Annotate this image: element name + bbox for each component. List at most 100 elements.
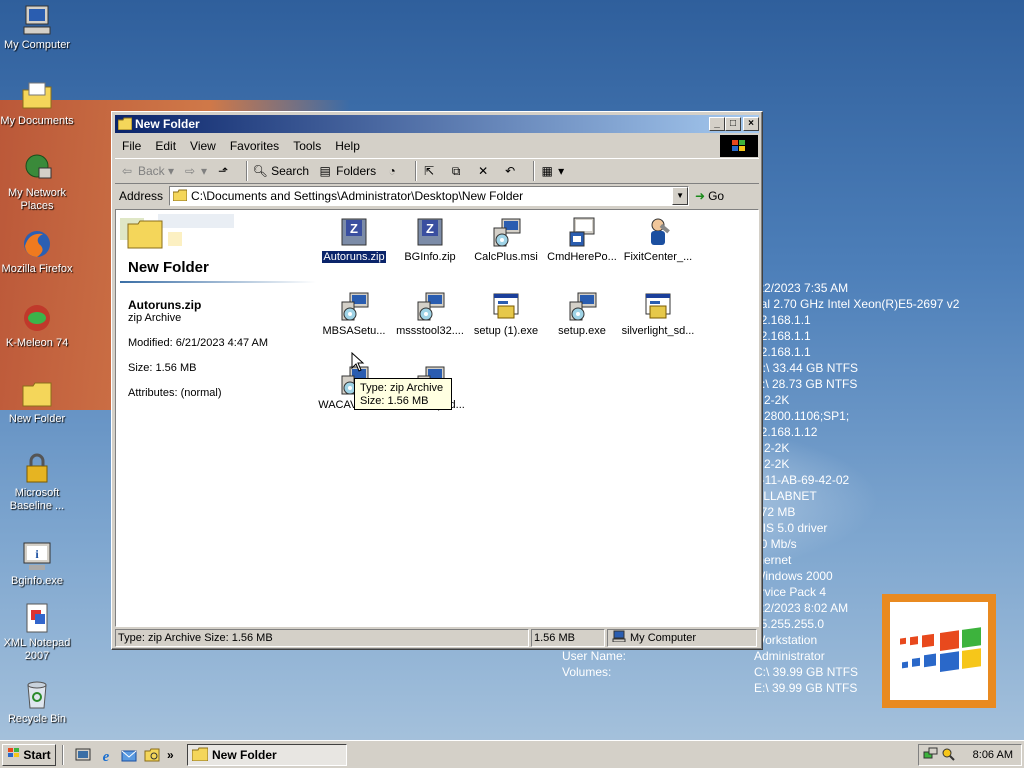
history-button[interactable]: ◔: [384, 163, 403, 179]
msi-installer-icon: [338, 290, 370, 322]
desktop-icon-kmeleon[interactable]: K-Meleon 74: [0, 302, 74, 350]
file-item[interactable]: silverlight_sd...: [620, 290, 696, 337]
tooltip-size: Size: 1.56 MB: [360, 395, 429, 407]
desktop-icon-xml-notepad[interactable]: XML Notepad 2007: [0, 602, 74, 663]
my-documents-icon: [21, 80, 53, 112]
info-value: E:\ 39.99 GB NTFS: [754, 681, 858, 695]
status-zone: My Computer: [607, 629, 757, 647]
folder-icon: [172, 189, 188, 204]
menu-help[interactable]: Help: [328, 139, 367, 153]
file-label: mssstool32....: [396, 325, 464, 337]
status-bar: Type: zip Archive Size: 1.56 MB 1.56 MB …: [115, 629, 759, 647]
taskbar: Start e » New Folder 8:06 AM: [0, 740, 1024, 768]
menu-tools[interactable]: Tools: [286, 139, 328, 153]
file-item[interactable]: setup (1).exe: [468, 290, 544, 337]
file-item[interactable]: CmdHerePo...: [544, 216, 620, 263]
info-value: /22/2023 7:35 AM: [754, 281, 849, 295]
address-value: C:\Documents and Settings\Administrator\…: [191, 189, 524, 203]
file-item[interactable]: Z Autoruns.zip: [316, 216, 392, 264]
file-label: Autoruns.zip: [321, 250, 387, 264]
powertoy-icon: [566, 216, 598, 248]
file-item[interactable]: FixitCenter_...: [620, 216, 696, 263]
baseline-analyzer-icon: [21, 452, 53, 484]
toolbar-separator: [533, 161, 536, 181]
file-label: setup.exe: [558, 325, 606, 337]
up-folder-button[interactable]: ⬏: [215, 163, 234, 179]
desktop-icon-my-documents[interactable]: My Documents: [0, 80, 74, 128]
desktop-icon-my-computer[interactable]: My Computer: [0, 4, 74, 52]
search-icon: 🔍︎: [252, 164, 268, 178]
explorer-window[interactable]: New Folder _ □ × File Edit View Favorite…: [111, 111, 763, 650]
menu-bar: File Edit View Favorites Tools Help: [115, 135, 759, 157]
forward-button[interactable]: ⇨ ▾: [182, 163, 207, 179]
explorer-quick-launch-icon[interactable]: [144, 747, 160, 763]
address-field[interactable]: C:\Documents and Settings\Administrator\…: [169, 186, 690, 206]
file-item[interactable]: Z BGInfo.zip: [392, 216, 468, 263]
folder-banner-icon: [118, 212, 236, 258]
menu-favorites[interactable]: Favorites: [223, 139, 286, 153]
folder-icon: [117, 117, 133, 133]
copy-to-button[interactable]: ⧉: [448, 163, 467, 179]
move-to-icon: ⇱: [424, 164, 435, 178]
forward-arrow-icon: ⇨: [185, 164, 196, 178]
back-button[interactable]: ⇦ Back ▾: [119, 163, 174, 179]
network-tray-icon[interactable]: [923, 746, 939, 765]
info-value: 92.168.1.12: [754, 425, 818, 439]
outlook-express-icon[interactable]: [121, 747, 137, 763]
menu-edit[interactable]: Edit: [148, 139, 183, 153]
system-tray: 8:06 AM: [918, 744, 1022, 766]
setup-exe-icon: [490, 290, 522, 322]
internet-explorer-icon[interactable]: e: [98, 747, 114, 765]
folders-button[interactable]: ▤ Folders: [317, 163, 376, 179]
windows-flag-icon: [7, 747, 21, 762]
file-item[interactable]: CalcPlus.msi: [468, 216, 544, 263]
file-item[interactable]: setup.exe: [544, 290, 620, 337]
desktop-icon-firefox[interactable]: Mozilla Firefox: [0, 228, 74, 276]
copy-to-icon: ⧉: [451, 164, 461, 178]
go-button[interactable]: ➜ Go: [695, 189, 724, 203]
close-button[interactable]: ×: [743, 117, 759, 131]
views-button[interactable]: ▦ ▾: [539, 163, 564, 179]
search-button[interactable]: 🔍︎ Search: [252, 163, 309, 179]
file-item[interactable]: mssstool32....: [392, 290, 468, 337]
desktop-icon-network[interactable]: My Network Places: [0, 152, 74, 213]
title-bar[interactable]: New Folder _ □ ×: [115, 115, 759, 133]
clock[interactable]: 8:06 AM: [973, 749, 1013, 761]
info-value: Workstation: [754, 633, 818, 647]
zip-icon: Z: [338, 216, 370, 248]
views-icon: ▦: [541, 164, 553, 178]
address-dropdown-button[interactable]: ▼: [672, 187, 689, 205]
undo-icon: ↶: [505, 164, 516, 178]
menu-view[interactable]: View: [183, 139, 223, 153]
desktop-icon-recycle-bin[interactable]: Recycle Bin: [0, 678, 74, 726]
delete-button[interactable]: ✕: [475, 163, 494, 179]
show-desktop-icon[interactable]: [75, 747, 91, 763]
mouse-cursor-icon: [351, 351, 365, 375]
file-label: silverlight_sd...: [621, 325, 695, 337]
panel-size: Size: 1.56 MB: [128, 362, 197, 374]
taskbar-item-new-folder[interactable]: New Folder: [187, 744, 347, 766]
info-value: DIS 5.0 driver: [754, 521, 828, 535]
desktop-icon-baseline[interactable]: Microsoft Baseline ...: [0, 452, 74, 513]
info-value: OLLABNET: [754, 489, 817, 503]
search-tray-icon[interactable]: [941, 746, 955, 765]
folder-icon: [21, 378, 53, 410]
window-title: New Folder: [135, 117, 200, 131]
file-label: MBSASetu...: [322, 325, 386, 337]
maximize-button[interactable]: □: [725, 117, 741, 131]
msi-installer-icon: [566, 290, 598, 322]
delete-icon: ✕: [478, 164, 489, 178]
start-button[interactable]: Start: [2, 743, 56, 766]
folder-content-pane[interactable]: New Folder Autoruns.zip zip Archive Modi…: [115, 209, 759, 627]
minimize-button[interactable]: _: [709, 117, 725, 131]
desktop-icon-bginfo[interactable]: i Bginfo.exe: [0, 540, 74, 588]
file-item[interactable]: MBSASetu...: [316, 290, 392, 337]
quick-launch-overflow-icon[interactable]: »: [167, 748, 174, 762]
move-to-button[interactable]: ⇱: [421, 163, 440, 179]
desktop-icon-new-folder[interactable]: New Folder: [0, 378, 74, 426]
info-value: 0.2800.1106;SP1;: [754, 409, 850, 423]
menu-file[interactable]: File: [115, 139, 148, 153]
undo-button[interactable]: ↶: [502, 163, 521, 179]
panel-selected-name: Autoruns.zip: [128, 298, 202, 312]
msi-installer-icon: [414, 290, 446, 322]
